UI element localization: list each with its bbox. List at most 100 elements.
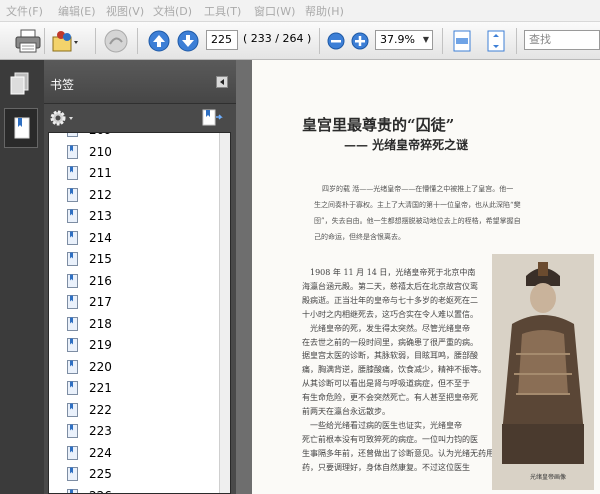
bookmark-icon [67, 144, 78, 159]
bookmarks-panel: 书签 2092102112122132142152162172182192202… [44, 60, 236, 494]
body-line: 殿病逝。正当壮年的皇帝与七十多岁的老妪死在二 [302, 295, 478, 305]
menu-view[interactable]: 视图(V) [106, 3, 144, 19]
bookmark-item[interactable]: 219 [49, 335, 219, 356]
fit-page-icon[interactable] [486, 30, 506, 52]
bookmark-item[interactable]: 210 [49, 142, 219, 163]
bookmark-item[interactable]: 212 [49, 185, 219, 206]
bookmark-item[interactable]: 224 [49, 443, 219, 464]
bookmarks-title: 书签 [50, 78, 75, 92]
collapse-panel-button[interactable] [216, 76, 228, 88]
bookmark-label: 213 [89, 209, 112, 223]
body-line: 十小时之内相继死去，这巧合实在令人难以置信。 [302, 309, 478, 319]
intro-line: 囹”，失去自由。他一生都想摆脱被动地位去上的桎梏，希望掌握自 [314, 217, 521, 225]
navigation-strip [0, 60, 44, 494]
bookmark-item[interactable]: 213 [49, 206, 219, 227]
previous-page-icon[interactable] [148, 30, 170, 52]
zoom-in-icon[interactable] [351, 32, 369, 50]
bookmark-label: 222 [89, 402, 112, 417]
body-line: 据皇宫太医的诊断，其脉软弱，目眩耳鸣，腰部酸 [302, 351, 478, 361]
bookmark-icon [67, 295, 78, 309]
bookmark-item[interactable]: 211 [49, 163, 219, 184]
bookmark-item[interactable]: 218 [49, 314, 219, 335]
bookmarks-tab[interactable] [4, 108, 38, 148]
next-page-icon[interactable] [177, 30, 199, 52]
bookmark-label: 215 [89, 252, 112, 266]
page-count: ( 233 / 264 ) [243, 32, 312, 45]
bookmark-icon [67, 230, 78, 245]
zoom-value: 37.9% [380, 33, 415, 46]
bookmark-icon [67, 424, 78, 438]
page-number-input[interactable]: 225 [206, 30, 238, 50]
portrait-caption: 光绪皇帝画像 [530, 474, 567, 481]
body-line: 光绪皇帝的死，发生得太突然。尽管光绪皇帝 [310, 323, 470, 333]
bookmark-item[interactable]: 217 [49, 292, 219, 313]
intro-line: 己的命运，但终是含恨离去。 [314, 233, 405, 241]
bookmark-item[interactable]: 221 [49, 378, 219, 399]
bookmark-item[interactable]: 223 [49, 421, 219, 442]
options-button[interactable] [49, 109, 77, 127]
bookmark-label: 219 [89, 338, 112, 352]
bookmark-icon [67, 359, 78, 374]
bookmark-icon [67, 187, 78, 202]
bookmark-label: 212 [89, 187, 112, 202]
bookmark-label: 209 [89, 133, 112, 137]
bookmark-item[interactable]: 214 [49, 228, 219, 249]
pages-icon[interactable] [9, 72, 31, 96]
body-line: 一些给光绪看过病的医生也证实，光绪皇帝 [310, 420, 462, 430]
bookmark-goto-icon [202, 109, 223, 126]
bookmark-label: 214 [89, 230, 112, 245]
body-line: 有生命危险，更不会突然死亡。有人甚至把皇帝死 [302, 393, 478, 403]
zoom-out-icon[interactable] [327, 32, 345, 50]
intro-paragraph: 四岁的载 湉——光绪皇帝——在懵懂之中被推上了皇宫。他一 生之间奏朴于寡权。主上… [314, 181, 521, 245]
menu-help[interactable]: 帮助(H) [305, 3, 344, 19]
body-line: 痛，胸满背逆，腰膝酸痛，饮食减少，精神不振等。 [302, 365, 486, 375]
bookmark-icon [67, 381, 78, 395]
chevron-down-icon: ▼ [422, 35, 429, 44]
bookmark-item[interactable]: 222 [49, 400, 219, 421]
bookmark-item[interactable]: 216 [49, 271, 219, 292]
search-input[interactable]: 查找 [524, 30, 600, 50]
menu-document[interactable]: 文档(D) [153, 3, 192, 19]
expand-bookmark-button[interactable] [202, 108, 224, 128]
bookmark-label: 224 [89, 445, 112, 460]
menu-file[interactable]: 文件(F) [6, 3, 43, 19]
bookmark-item[interactable]: 215 [49, 249, 219, 270]
emperor-portrait: 光绪皇帝画像 [492, 254, 594, 490]
body-line: 在去世之前的一段时间里，病确患了很严重的病。 [302, 337, 478, 347]
bookmark-label: 225 [89, 467, 112, 481]
bookmark-label: 211 [89, 166, 112, 180]
bookmark-label: 226 [89, 489, 112, 494]
collaborate-icon[interactable] [50, 28, 80, 54]
bookmark-icon [67, 166, 78, 180]
triangle-left-icon [220, 79, 224, 85]
body-line: 海瀛台涵元殿。第二天，慈禧太后在北京故宫仪鸾 [302, 281, 478, 291]
print-icon[interactable] [14, 28, 42, 54]
fit-width-icon[interactable] [452, 30, 472, 52]
bookmark-item[interactable]: 226 [49, 486, 219, 494]
bookmark-icon [67, 467, 78, 481]
bookmark-icon [67, 338, 78, 352]
bookmark-item[interactable]: 220 [49, 357, 219, 378]
bookmark-icon [67, 133, 78, 137]
bookmark-icon [67, 488, 78, 493]
toolbar: 225 ( 233 / 264 ) 37.9% ▼ 查找 [0, 22, 600, 60]
body-line: 1908 年 11 月 14 日，光绪皇帝死于北京中南 [310, 268, 476, 277]
scrollbar[interactable] [219, 133, 230, 493]
bookmarks-list: 209 210 211 212 213 214 215 216 217 218 219 220 221 2… [48, 132, 231, 494]
intro-line: 生之间奏朴于寡权。主上了大清国的第十一位皇帝，也从此深陷“樊 [314, 201, 521, 209]
bookmark-icon [67, 209, 78, 223]
menu-edit[interactable]: 编辑(E) [58, 3, 96, 19]
zoom-select[interactable]: 37.9% ▼ [375, 30, 433, 50]
bookmark-label: 217 [89, 295, 112, 309]
body-line: 从其诊断可以看出是肾与呼吸道病症，但不至于 [302, 379, 470, 389]
body-text: 1908 年 11 月 14 日，光绪皇帝死于北京中南 海瀛台涵元殿。第二天，慈… [302, 266, 494, 475]
bookmark-item[interactable]: 225 [49, 464, 219, 485]
portrait-image [492, 254, 594, 490]
menu-tools[interactable]: 工具(T) [204, 3, 241, 19]
menu-window[interactable]: 窗口(W) [254, 3, 295, 19]
bookmarks-toolbar [44, 104, 236, 132]
bookmarks-header: 书签 [44, 60, 236, 104]
intro-line: 四岁的载 湉——光绪皇帝——在懵懂之中被推上了皇宫。他一 [322, 185, 514, 193]
bookmark-item[interactable]: 209 [49, 133, 219, 141]
bookmark-label: 221 [89, 381, 112, 395]
